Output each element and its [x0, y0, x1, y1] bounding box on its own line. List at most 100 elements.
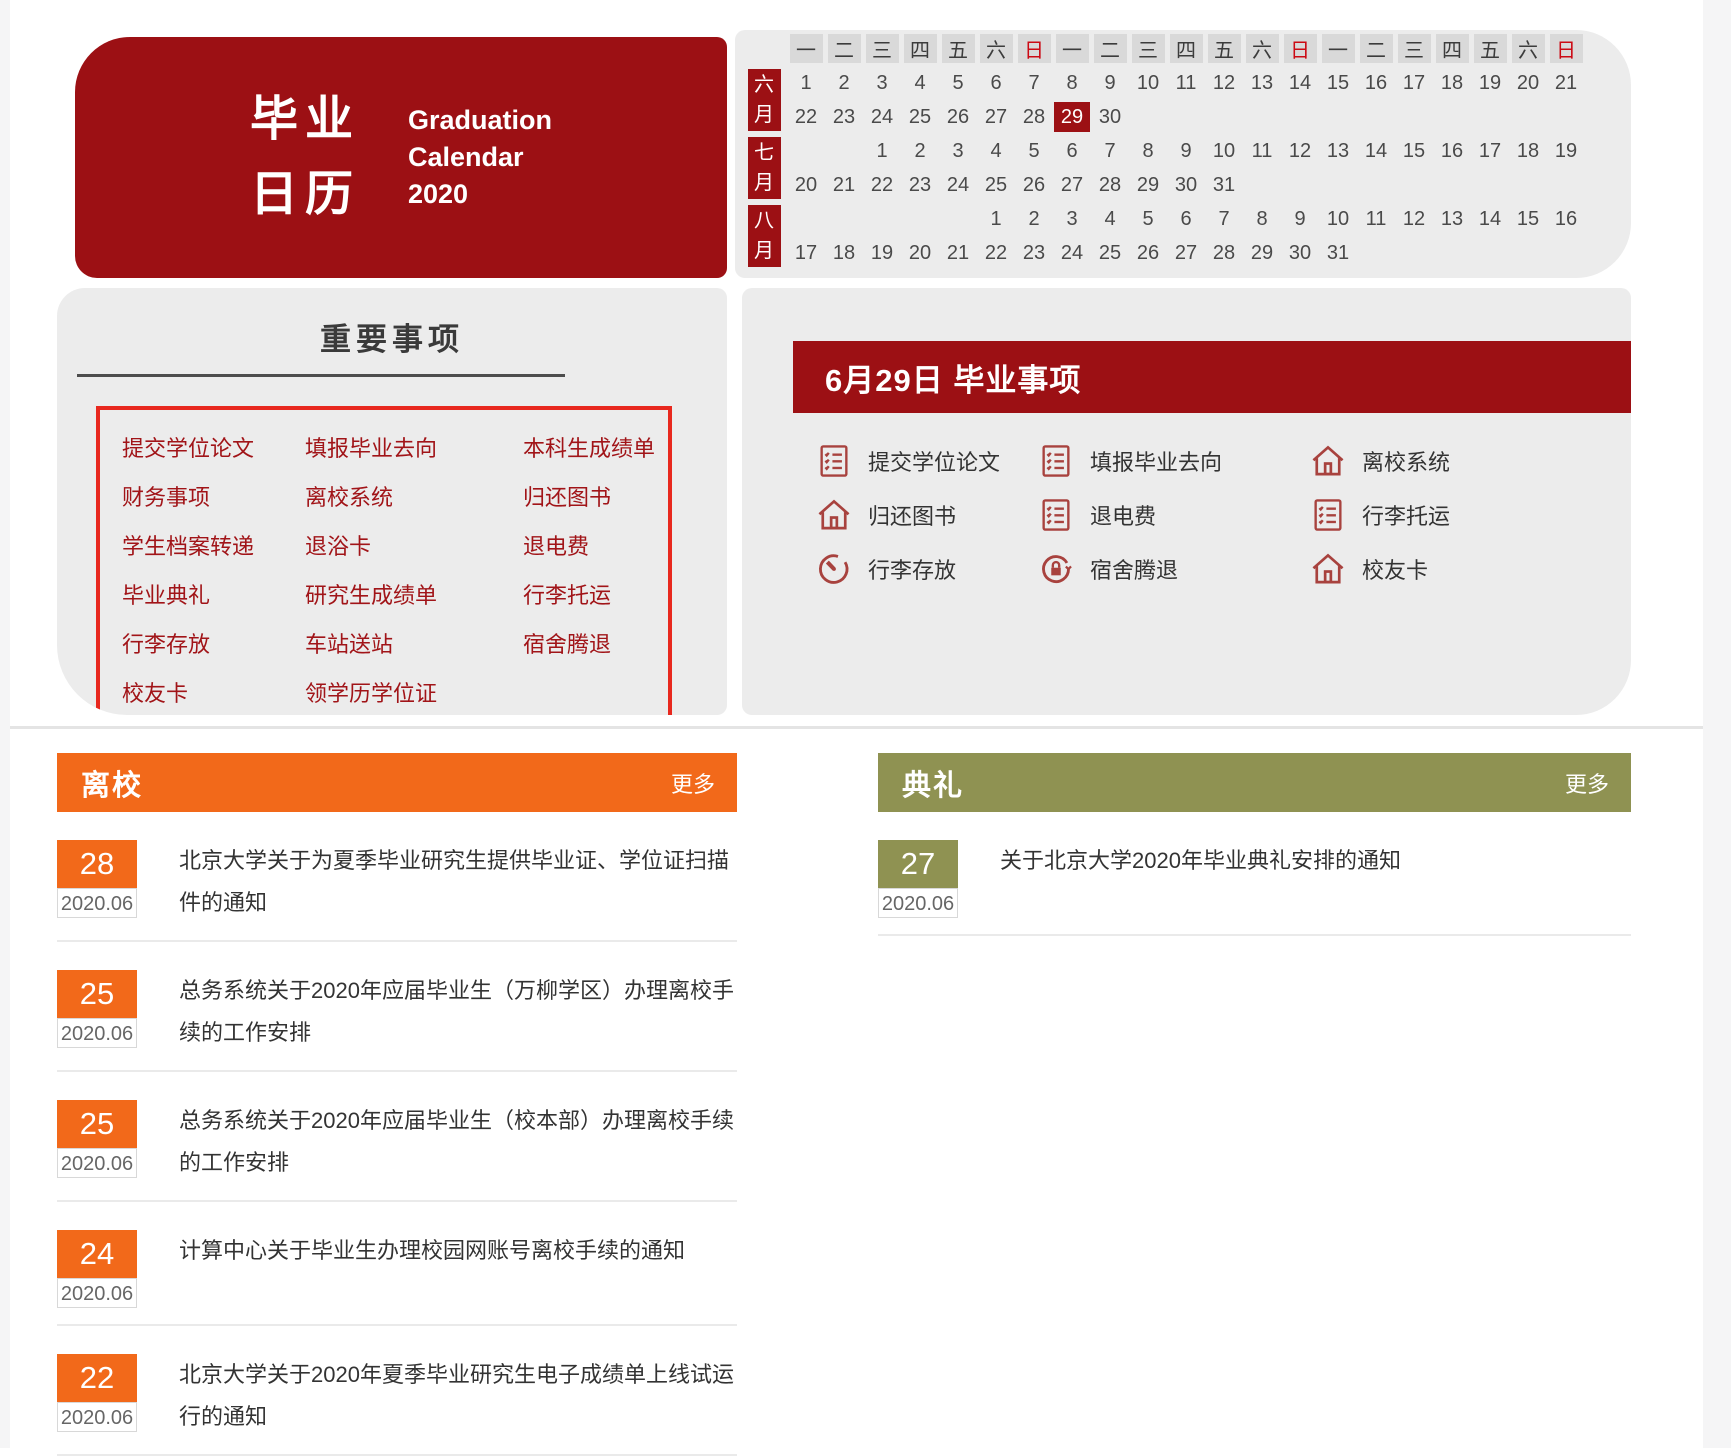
calendar-day[interactable]: 5: [939, 68, 977, 98]
calendar-day[interactable]: 7: [1091, 136, 1129, 166]
calendar-day[interactable]: 9: [1281, 204, 1319, 234]
news-title-link[interactable]: 关于北京大学2020年毕业典礼安排的通知: [1000, 840, 1401, 918]
important-link[interactable]: 离校系统: [305, 480, 523, 512]
calendar-day[interactable]: 11: [1243, 136, 1281, 166]
calendar-day[interactable]: 19: [1471, 68, 1509, 98]
important-link[interactable]: 毕业典礼: [122, 578, 305, 610]
calendar-day[interactable]: 20: [901, 238, 939, 268]
important-link[interactable]: 归还图书: [523, 480, 668, 512]
calendar-day[interactable]: 5: [1015, 136, 1053, 166]
calendar-day[interactable]: 23: [825, 102, 863, 132]
calendar-day[interactable]: 11: [1167, 68, 1205, 98]
calendar-day[interactable]: 16: [1357, 68, 1395, 98]
calendar-day[interactable]: 22: [787, 102, 825, 132]
calendar-day[interactable]: 7: [1015, 68, 1053, 98]
calendar-day[interactable]: 26: [1015, 170, 1053, 200]
calendar-day[interactable]: 16: [1433, 136, 1471, 166]
calendar-day[interactable]: 24: [863, 102, 901, 132]
calendar-day[interactable]: 30: [1167, 170, 1205, 200]
calendar-day[interactable]: 13: [1319, 136, 1357, 166]
calendar-day[interactable]: 19: [1547, 136, 1585, 166]
calendar-day[interactable]: 8: [1053, 68, 1091, 98]
more-link[interactable]: 更多: [1565, 767, 1609, 799]
calendar-day[interactable]: 21: [825, 170, 863, 200]
calendar-day[interactable]: 4: [1091, 204, 1129, 234]
calendar-day[interactable]: 27: [977, 102, 1015, 132]
calendar-day[interactable]: 18: [1433, 68, 1471, 98]
day-event-item[interactable]: 归还图书: [815, 496, 1037, 534]
calendar-day[interactable]: 25: [901, 102, 939, 132]
calendar-day[interactable]: 28: [1015, 102, 1053, 132]
calendar-day[interactable]: 16: [1547, 204, 1585, 234]
important-link[interactable]: 退电费: [523, 529, 668, 561]
calendar-day[interactable]: 24: [939, 170, 977, 200]
calendar-day[interactable]: 30: [1091, 102, 1129, 132]
calendar-day[interactable]: 15: [1509, 204, 1547, 234]
calendar-day[interactable]: 7: [1205, 204, 1243, 234]
calendar-day[interactable]: 13: [1433, 204, 1471, 234]
news-title-link[interactable]: 北京大学关于为夏季毕业研究生提供毕业证、学位证扫描件的通知: [179, 840, 737, 924]
important-link[interactable]: 本科生成绩单: [523, 431, 668, 463]
important-link[interactable]: 财务事项: [122, 480, 305, 512]
calendar-day[interactable]: 10: [1129, 68, 1167, 98]
calendar-day[interactable]: 5: [1129, 204, 1167, 234]
important-link[interactable]: 填报毕业去向: [305, 431, 523, 463]
calendar-day[interactable]: 22: [863, 170, 901, 200]
calendar-day[interactable]: 28: [1091, 170, 1129, 200]
calendar-day[interactable]: 20: [1509, 68, 1547, 98]
calendar-day[interactable]: 4: [977, 136, 1015, 166]
calendar-day[interactable]: 19: [863, 238, 901, 268]
calendar-day[interactable]: 30: [1281, 238, 1319, 268]
day-event-item[interactable]: 宿舍腾退: [1037, 550, 1309, 588]
calendar-day[interactable]: 14: [1281, 68, 1319, 98]
calendar-day[interactable]: 15: [1395, 136, 1433, 166]
calendar-day[interactable]: 31: [1319, 238, 1357, 268]
calendar-day[interactable]: 31: [1205, 170, 1243, 200]
more-link[interactable]: 更多: [671, 767, 715, 799]
calendar-day[interactable]: 27: [1053, 170, 1091, 200]
calendar-day[interactable]: 15: [1319, 68, 1357, 98]
calendar-day[interactable]: 6: [977, 68, 1015, 98]
calendar-day[interactable]: 2: [901, 136, 939, 166]
calendar-day[interactable]: 1: [863, 136, 901, 166]
day-event-item[interactable]: 退电费: [1037, 496, 1309, 534]
important-link[interactable]: 行李存放: [122, 627, 305, 659]
day-event-item[interactable]: 行李存放: [815, 550, 1037, 588]
news-title-link[interactable]: 总务系统关于2020年应届毕业生（校本部）办理离校手续的工作安排: [179, 1100, 737, 1184]
calendar-day[interactable]: 26: [1129, 238, 1167, 268]
calendar-day[interactable]: 4: [901, 68, 939, 98]
calendar-day[interactable]: 24: [1053, 238, 1091, 268]
day-event-item[interactable]: 离校系统: [1309, 442, 1631, 480]
calendar-day[interactable]: 17: [1395, 68, 1433, 98]
calendar-day[interactable]: 26: [939, 102, 977, 132]
calendar-day[interactable]: 9: [1167, 136, 1205, 166]
important-link[interactable]: 学生档案转递: [122, 529, 305, 561]
calendar-day[interactable]: 9: [1091, 68, 1129, 98]
calendar-day[interactable]: 11: [1357, 204, 1395, 234]
calendar-day[interactable]: 14: [1357, 136, 1395, 166]
calendar-day[interactable]: 21: [1547, 68, 1585, 98]
important-link[interactable]: 提交学位论文: [122, 431, 305, 463]
news-title-link[interactable]: 总务系统关于2020年应届毕业生（万柳学区）办理离校手续的工作安排: [179, 970, 737, 1054]
news-title-link[interactable]: 计算中心关于毕业生办理校园网账号离校手续的通知: [179, 1230, 685, 1308]
calendar-day[interactable]: 10: [1319, 204, 1357, 234]
day-event-item[interactable]: 提交学位论文: [815, 442, 1037, 480]
calendar-day[interactable]: 12: [1205, 68, 1243, 98]
calendar-day[interactable]: 6: [1053, 136, 1091, 166]
calendar-day[interactable]: 1: [977, 204, 1015, 234]
calendar-day[interactable]: 29: [1129, 170, 1167, 200]
calendar-day[interactable]: 6: [1167, 204, 1205, 234]
day-event-item[interactable]: 填报毕业去向: [1037, 442, 1309, 480]
day-event-item[interactable]: 行李托运: [1309, 496, 1631, 534]
calendar-day[interactable]: 17: [787, 238, 825, 268]
calendar-day[interactable]: 23: [1015, 238, 1053, 268]
calendar-day[interactable]: 14: [1471, 204, 1509, 234]
calendar-day[interactable]: 25: [1091, 238, 1129, 268]
calendar-day-selected[interactable]: 29: [1054, 102, 1090, 132]
important-link[interactable]: 研究生成绩单: [305, 578, 523, 610]
calendar-day[interactable]: 28: [1205, 238, 1243, 268]
important-link[interactable]: 退浴卡: [305, 529, 523, 561]
calendar-day[interactable]: 21: [939, 238, 977, 268]
calendar-day[interactable]: 8: [1129, 136, 1167, 166]
calendar-day[interactable]: 1: [787, 68, 825, 98]
